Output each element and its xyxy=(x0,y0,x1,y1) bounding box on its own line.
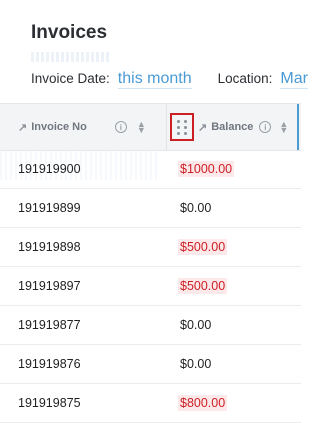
balance-cell: $1000.00 xyxy=(178,161,235,177)
column-header-balance[interactable]: ↗ Balance i ▲ ▼ xyxy=(198,104,294,150)
invoice-number-cell: 191919899 xyxy=(18,201,81,215)
table-row[interactable]: 191919900 $1000.00 xyxy=(0,150,301,189)
balance-cell: $800.00 xyxy=(178,395,228,411)
invoice-date-filter[interactable]: this month xyxy=(117,70,192,89)
page-title: Invoices xyxy=(31,22,108,43)
table-body: 191919900 $1000.00 191919899 $0.00 191919898… xyxy=(0,150,301,423)
table-row[interactable]: 191919876 $0.00 xyxy=(0,345,301,384)
invoice-date-label: Invoice Date: xyxy=(31,71,110,86)
invoice-number-cell: 191919875 xyxy=(18,396,81,410)
info-icon[interactable]: i xyxy=(114,121,127,133)
filter-bar: Invoice Date: this month Location: Mar xyxy=(31,70,320,89)
trend-icon: ↗ xyxy=(198,121,208,134)
table-header: ↗ Invoice No i ▲ ▼ ↗ Balance i ▲ ▼ xyxy=(0,103,301,151)
location-label: Location: xyxy=(217,71,273,86)
title-underline-decoration xyxy=(31,52,111,62)
scroll-edge-indicator xyxy=(297,104,299,150)
info-icon[interactable]: i xyxy=(259,121,272,133)
balance-cell: $0.00 xyxy=(180,318,212,332)
table-row[interactable]: 191919877 $0.00 xyxy=(0,306,301,345)
column-label: Invoice No xyxy=(31,121,87,133)
sort-icon[interactable]: ▲ ▼ xyxy=(279,120,288,135)
invoice-number-cell: 191919897 xyxy=(18,279,81,293)
trend-icon: ↗ xyxy=(18,121,28,134)
column-divider xyxy=(166,104,167,150)
invoice-number-cell: 191919900 xyxy=(18,162,81,176)
invoices-table: ↗ Invoice No i ▲ ▼ ↗ Balance i ▲ ▼ 1919199… xyxy=(0,103,301,423)
balance-cell: $500.00 xyxy=(178,239,228,255)
invoice-number-cell: 191919898 xyxy=(18,240,81,254)
drag-dots-icon xyxy=(177,119,187,135)
table-row[interactable]: 191919897 $500.00 xyxy=(0,267,301,306)
invoice-number-cell: 191919877 xyxy=(18,318,81,332)
balance-cell: $0.00 xyxy=(180,357,212,371)
column-header-invoice-no[interactable]: ↗ Invoice No i ▲ ▼ xyxy=(18,104,158,150)
location-filter[interactable]: Mar xyxy=(280,70,308,89)
table-row[interactable]: 191919899 $0.00 xyxy=(0,189,301,228)
invoice-number-cell: 191919876 xyxy=(18,357,81,371)
table-row[interactable]: 191919898 $500.00 xyxy=(0,228,301,267)
balance-cell: $500.00 xyxy=(178,278,228,294)
sort-icon[interactable]: ▲ ▼ xyxy=(137,120,146,135)
table-row[interactable]: 191919875 $800.00 xyxy=(0,384,301,423)
balance-cell: $0.00 xyxy=(180,201,212,215)
column-drag-handle[interactable] xyxy=(170,113,194,141)
column-label: Balance xyxy=(211,121,254,133)
